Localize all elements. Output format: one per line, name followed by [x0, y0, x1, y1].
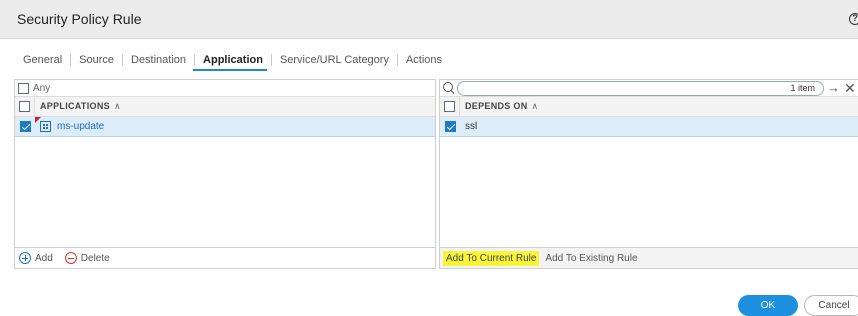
row-checkbox-cell	[15, 117, 35, 136]
any-label: Any	[33, 82, 51, 94]
search-bar: → ✕	[440, 80, 858, 96]
depends-on-column-header[interactable]: DEPENDS ON ∧	[460, 101, 538, 112]
application-cell: ms-update	[35, 121, 104, 132]
search-input[interactable]	[457, 80, 824, 96]
applications-footer: Add Delete	[15, 247, 435, 268]
arrow-right-icon[interactable]: →	[827, 81, 840, 94]
tab-divider	[396, 54, 398, 66]
applications-header: APPLICATIONS ∧	[15, 96, 435, 117]
row-checkbox-cell	[440, 117, 460, 136]
select-all-checkbox[interactable]	[19, 101, 30, 112]
add-to-current-rule-button[interactable]: Add To Current Rule	[443, 250, 540, 266]
select-all-cell	[15, 97, 35, 116]
application-link[interactable]: ms-update	[57, 121, 104, 132]
sort-ascending-icon[interactable]: ∧	[532, 101, 539, 111]
depends-on-header-label: DEPENDS ON	[465, 101, 528, 111]
dialog-title: Security Policy Rule	[17, 11, 142, 27]
select-all-cell	[440, 97, 460, 116]
application-icon	[40, 121, 51, 132]
search-icon	[443, 82, 455, 94]
tab-divider	[122, 54, 123, 66]
tab-general[interactable]: General	[23, 54, 62, 66]
dialog-titlebar: Security Policy Rule ?	[0, 0, 858, 39]
add-button[interactable]: Add	[35, 253, 53, 264]
applications-header-label: APPLICATIONS	[40, 101, 110, 111]
any-row: Any	[15, 80, 435, 96]
tab-bar: General Source Destination Application S…	[23, 52, 442, 68]
row-checkbox[interactable]	[444, 121, 456, 132]
table-row[interactable]: ssl	[440, 117, 858, 137]
delete-button[interactable]: Delete	[81, 253, 110, 264]
tab-application[interactable]: Application	[203, 54, 263, 66]
row-checkbox[interactable]	[19, 121, 31, 132]
applications-panel: Any APPLICATIONS ∧ ms-update	[14, 79, 436, 269]
dependency-name: ssl	[465, 121, 478, 132]
add-to-existing-rule-button[interactable]: Add To Existing Rule	[545, 253, 637, 264]
cancel-button[interactable]: Cancel	[804, 295, 858, 316]
tab-source[interactable]: Source	[79, 54, 114, 66]
add-icon[interactable]	[19, 252, 31, 264]
depends-on-panel: → ✕ DEPENDS ON ∧ ssl	[439, 79, 858, 269]
depends-on-header: DEPENDS ON ∧	[440, 96, 858, 117]
ok-button[interactable]: OK	[738, 295, 798, 316]
help-icon[interactable]: ?	[849, 13, 858, 25]
select-all-checkbox[interactable]	[444, 101, 455, 112]
tab-actions[interactable]: Actions	[406, 54, 442, 66]
active-tab-indicator	[193, 69, 267, 71]
delete-icon[interactable]	[64, 252, 77, 264]
tab-divider	[70, 54, 72, 66]
table-row[interactable]: ms-update	[15, 117, 435, 137]
tab-divider	[194, 54, 196, 66]
tab-destination[interactable]: Destination	[131, 54, 186, 66]
any-checkbox[interactable]	[18, 82, 29, 94]
tab-divider	[270, 54, 272, 66]
close-icon[interactable]: ✕	[844, 81, 856, 95]
sort-ascending-icon[interactable]: ∧	[114, 101, 121, 111]
applications-column-header[interactable]: APPLICATIONS ∧	[35, 101, 121, 112]
tab-service-url-category[interactable]: Service/URL Category	[280, 54, 389, 66]
depends-on-footer: Add To Current Rule Add To Existing Rule	[440, 247, 858, 268]
